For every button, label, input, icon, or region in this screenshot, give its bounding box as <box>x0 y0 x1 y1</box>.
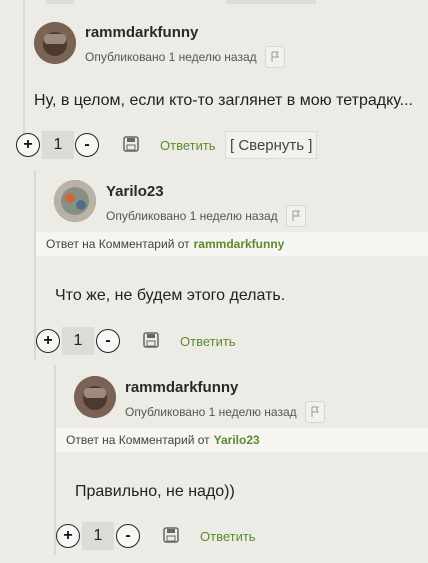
save-icon[interactable] <box>123 136 139 152</box>
top-stub-left <box>46 0 74 4</box>
vote-count: 1 <box>62 327 94 355</box>
published-time: Опубликовано 1 неделю назад <box>106 209 278 223</box>
upvote-button[interactable]: + <box>36 329 60 353</box>
reply-link[interactable]: Ответить <box>200 529 256 544</box>
vote-count: 1 <box>42 131 74 159</box>
downvote-button[interactable]: - <box>116 524 140 548</box>
thread-line-2 <box>34 170 36 360</box>
vote-count: 1 <box>82 522 114 550</box>
flag-icon[interactable] <box>285 205 306 227</box>
avatar-image <box>34 22 76 64</box>
published-time: Опубликовано 1 неделю назад <box>85 50 257 64</box>
flag-icon[interactable] <box>304 401 325 423</box>
upvote-button[interactable]: + <box>16 133 40 157</box>
reply-link[interactable]: Ответить <box>180 334 236 349</box>
thread-line-3 <box>54 365 56 555</box>
reply-to-author[interactable]: rammdarkfunny <box>194 237 285 251</box>
reply-to-bar: Ответ на Комментарий от Yarilo23 <box>56 428 428 452</box>
save-icon[interactable] <box>163 527 179 543</box>
collapse-button[interactable]: [ Свернуть ] <box>225 131 318 159</box>
comment-meta: Опубликовано 1 неделю назад <box>125 401 325 423</box>
reply-to-author[interactable]: Yarilo23 <box>214 433 260 447</box>
avatar[interactable] <box>34 22 76 64</box>
avatar-image <box>74 376 116 418</box>
comment-author[interactable]: Yarilo23 <box>106 183 164 200</box>
save-icon[interactable] <box>143 332 159 348</box>
reply-to-prefix: Ответ на Комментарий от <box>46 237 190 251</box>
reply-to-bar: Ответ на Комментарий от rammdarkfunny <box>36 232 428 256</box>
published-time: Опубликовано 1 неделю назад <box>125 405 297 419</box>
avatar-image <box>54 180 96 222</box>
comment-author[interactable]: rammdarkfunny <box>85 24 198 41</box>
reply-to-prefix: Ответ на Комментарий от <box>66 433 210 447</box>
reply-link[interactable]: Ответить <box>160 138 216 153</box>
comment-text: Ну, в целом, если кто-то заглянет в мою … <box>34 92 413 109</box>
top-stub-right <box>226 0 316 4</box>
comment-text: Что же, не будем этого делать. <box>55 287 286 304</box>
comment-meta: Опубликовано 1 неделю назад <box>85 46 285 68</box>
flag-icon[interactable] <box>264 46 285 68</box>
avatar[interactable] <box>74 376 116 418</box>
comment-author[interactable]: rammdarkfunny <box>125 379 238 396</box>
downvote-button[interactable]: - <box>96 329 120 353</box>
comment-meta: Опубликовано 1 неделю назад <box>106 205 306 227</box>
comment-text: Правильно, не надо)) <box>75 483 235 500</box>
upvote-button[interactable]: + <box>56 524 80 548</box>
thread-line-1 <box>23 0 25 150</box>
avatar[interactable] <box>54 180 96 222</box>
downvote-button[interactable]: - <box>75 133 99 157</box>
